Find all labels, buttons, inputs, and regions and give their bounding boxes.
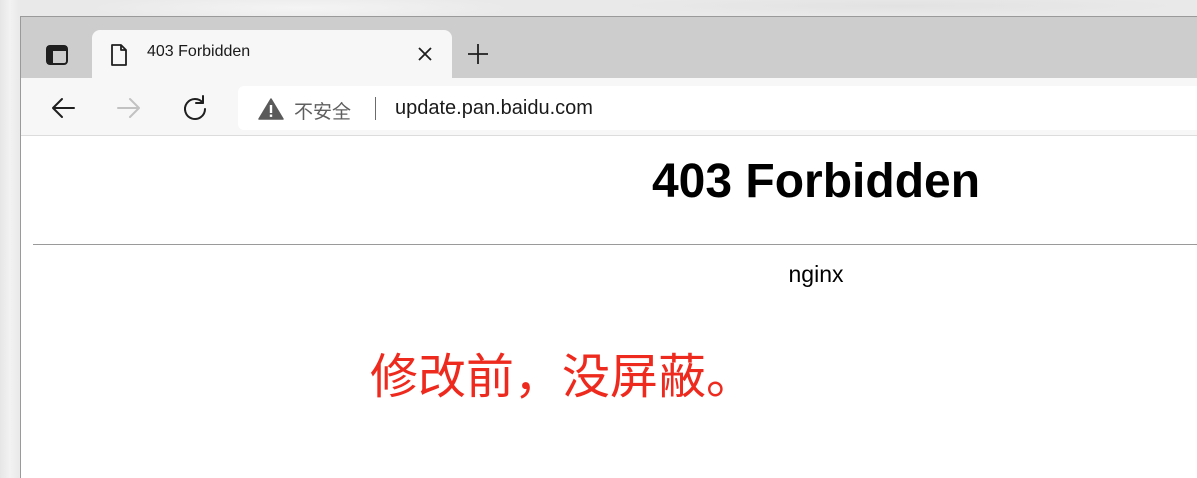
tab-title: 403 Forbidden — [147, 43, 251, 60]
tab-actions-button[interactable] — [39, 41, 75, 69]
tab-strip: 403 Forbidden — [21, 17, 1197, 78]
divider — [33, 244, 1197, 245]
address-bar[interactable]: 不安全 update.pan.baidu.com — [238, 86, 1197, 130]
annotation-text: 修改前，没屏蔽。 — [370, 349, 755, 405]
refresh-icon[interactable] — [181, 94, 209, 122]
close-icon[interactable] — [418, 47, 432, 61]
url-text[interactable]: update.pan.baidu.com — [395, 97, 593, 120]
warning-icon[interactable] — [258, 98, 284, 120]
tab-active[interactable]: 403 Forbidden — [92, 30, 452, 78]
new-tab-icon[interactable] — [467, 43, 489, 65]
browser-window: 403 Forbidden 不安全 update.pan.baidu.com 4… — [20, 16, 1197, 478]
address-separator — [375, 97, 376, 120]
page-title: 403 Forbidden — [651, 155, 981, 208]
security-status-label[interactable]: 不安全 — [294, 97, 351, 124]
server-name: nginx — [788, 261, 844, 287]
page-icon — [111, 44, 127, 66]
tab-actions-icon — [46, 45, 68, 65]
page-content: 403 Forbidden nginx 修改前，没屏蔽。 — [21, 137, 1197, 478]
navigation-toolbar: 不安全 update.pan.baidu.com — [21, 78, 1197, 136]
back-arrow-icon[interactable] — [49, 94, 77, 122]
forward-arrow-icon[interactable] — [115, 94, 143, 122]
